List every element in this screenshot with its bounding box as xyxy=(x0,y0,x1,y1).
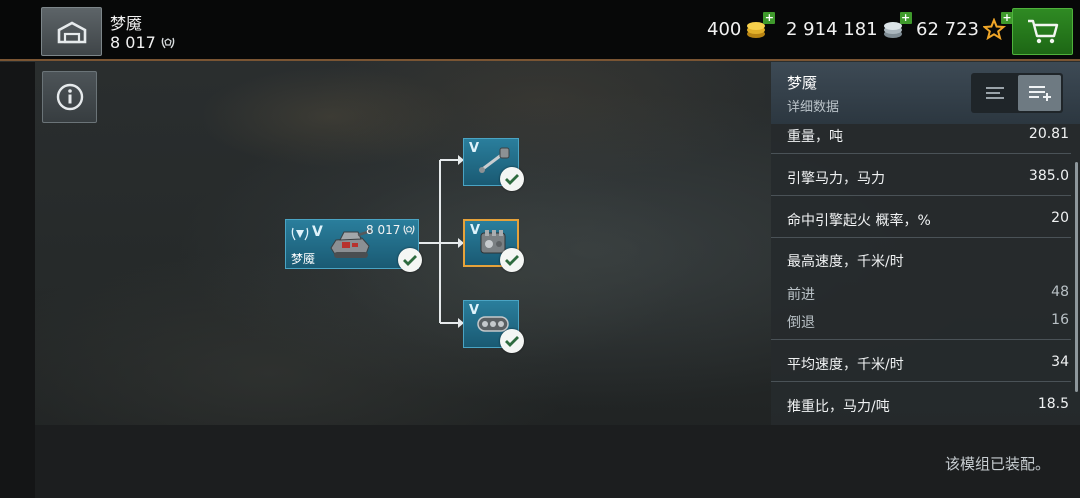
list-add-icon xyxy=(1028,86,1051,101)
tank-node[interactable]: V 8 017 梦魇 xyxy=(285,219,422,272)
installed-check-icon xyxy=(500,167,524,191)
stats-panel: 梦魇 详细数据 重量，吨 20.81 引擎马力，马力 385.0 命中引擎起火 … xyxy=(771,62,1080,425)
stat-divider xyxy=(771,153,1071,154)
installed-check-icon xyxy=(500,248,524,272)
stat-label: 重量，吨 xyxy=(787,129,843,145)
stat-divider xyxy=(771,195,1071,196)
stats-panel-header: 梦魇 详细数据 xyxy=(771,62,1080,124)
bottom-bar: 该模组已装配。 xyxy=(35,425,1080,498)
stat-divider xyxy=(771,381,1071,382)
stat-label: 平均速度，千米/时 xyxy=(787,357,904,373)
tank-node-rating: 8 017 xyxy=(366,223,416,237)
tank-node-name: 梦魇 xyxy=(291,252,316,266)
stat-divider xyxy=(771,237,1071,238)
stat-label: 倒退 xyxy=(787,315,815,331)
list-icon xyxy=(985,87,1004,99)
tank-tier: V xyxy=(312,224,323,240)
module-gun[interactable]: V xyxy=(463,138,524,191)
module-tracks[interactable]: V xyxy=(463,300,524,353)
stat-value: 48 xyxy=(1051,284,1069,300)
elite-shield-icon xyxy=(291,227,309,241)
module-engine[interactable]: V xyxy=(463,219,524,272)
researched-check-icon xyxy=(398,248,422,272)
stat-label: 命中引擎起火 概率，% xyxy=(787,213,931,229)
stats-panel-subtitle: 详细数据 xyxy=(787,100,840,115)
laurel-icon xyxy=(403,225,415,235)
stat-label: 推重比，马力/吨 xyxy=(787,399,890,415)
view-toggle xyxy=(971,73,1063,113)
stat-label: 引擎马力，马力 xyxy=(787,171,885,187)
installed-check-icon xyxy=(500,329,524,353)
stat-divider xyxy=(771,339,1071,340)
detailed-view-button[interactable] xyxy=(1018,75,1061,111)
module-status-text: 该模组已装配。 xyxy=(944,455,1050,473)
stat-label: 前进 xyxy=(787,287,815,303)
stat-value: 20.81 xyxy=(1028,126,1069,142)
compact-view-button[interactable] xyxy=(973,75,1016,111)
stat-value: 18.5 xyxy=(1037,396,1069,412)
stat-value: 20 xyxy=(1051,210,1069,226)
stat-value: 34 xyxy=(1051,354,1069,370)
stats-panel-title: 梦魇 xyxy=(787,74,818,92)
stats-scrollbar[interactable] xyxy=(1075,162,1078,392)
stat-value: 385.0 xyxy=(1028,168,1069,184)
tank-node-rating-value: 8 017 xyxy=(366,223,401,237)
stat-label: 最高速度，千米/时 xyxy=(787,254,904,270)
stat-value: 16 xyxy=(1051,312,1069,328)
